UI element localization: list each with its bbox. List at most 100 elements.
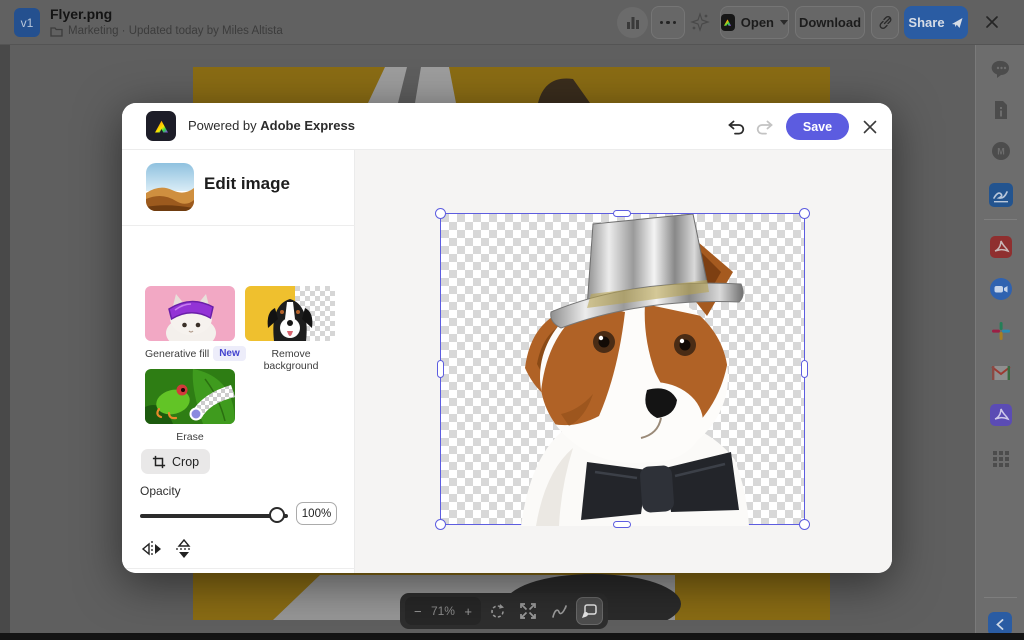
folder-icon (50, 26, 63, 37)
crop-button[interactable]: Crop (141, 449, 210, 474)
opacity-value-field[interactable]: 100% (296, 502, 337, 525)
image-edit-icon (581, 604, 597, 619)
slack-icon[interactable] (989, 319, 1013, 343)
close-icon (984, 14, 1000, 30)
flip-horizontal-button[interactable] (140, 537, 164, 561)
selection-handle-right[interactable] (801, 360, 808, 378)
edit-image-button-active[interactable] (576, 597, 603, 625)
redo-button-disabled[interactable] (752, 115, 776, 139)
divider (122, 568, 355, 569)
rotate-icon (489, 603, 506, 620)
generative-fill-label-row: Generative fill New (145, 346, 249, 361)
zoom-level: 71% (431, 604, 455, 618)
caret-down-icon (780, 20, 788, 25)
acrobat-icon[interactable] (989, 235, 1013, 259)
dropbox-sign-icon[interactable] (989, 183, 1013, 207)
flip-vertical-icon (174, 538, 194, 560)
remove-background-tile[interactable] (245, 286, 335, 341)
opacity-slider-thumb[interactable] (269, 507, 285, 523)
flip-horizontal-icon (141, 539, 163, 559)
selection-handle-bottom-left[interactable] (435, 519, 446, 530)
open-with-button[interactable]: Open (720, 6, 789, 39)
selection-handle-bottom-right[interactable] (799, 519, 810, 530)
undo-icon (727, 119, 746, 135)
chevron-left-icon (996, 619, 1004, 630)
file-info-icon[interactable] (989, 98, 1013, 122)
redo-icon (755, 119, 774, 135)
adobe-express-logo (146, 111, 176, 141)
edit-tools-panel: Edit image (122, 150, 355, 573)
generative-fill-label: Generative fill (145, 348, 209, 360)
share-arrow-icon (951, 17, 964, 29)
remove-background-label: Remove background (247, 348, 335, 372)
opacity-slider-track[interactable] (140, 514, 288, 518)
zoom-icon[interactable] (989, 277, 1013, 301)
panel-title: Edit image (204, 174, 290, 194)
ai-sparkle-icon (690, 12, 710, 37)
file-title: Flyer.png (50, 6, 112, 22)
modal-header: Powered by Adobe Express Save (122, 103, 892, 150)
image-selection[interactable] (440, 213, 805, 525)
draw-button[interactable] (545, 596, 574, 626)
expand-icon (520, 603, 536, 619)
copy-link-button[interactable] (871, 6, 899, 39)
zoom-controls: − 71% + (405, 597, 481, 625)
apps-grid-icon[interactable] (989, 447, 1013, 471)
more-actions-button[interactable] (651, 6, 685, 39)
share-button-label: Share (908, 15, 944, 30)
dog-image (441, 214, 806, 526)
edit-canvas[interactable] (355, 150, 892, 573)
version-badge[interactable]: v1 (14, 8, 40, 37)
viewer-toolbar: − 71% + (400, 593, 608, 629)
sidebar-divider (984, 219, 1017, 220)
erase-label: Erase (145, 431, 235, 443)
source-image-thumbnail (146, 163, 194, 211)
generative-fill-tile[interactable] (145, 286, 235, 341)
close-preview-button[interactable] (984, 14, 1000, 35)
close-modal-button[interactable] (858, 115, 882, 139)
window-edge (0, 45, 10, 633)
zoom-out-button[interactable]: − (414, 604, 422, 619)
link-icon (878, 15, 893, 30)
undo-button[interactable] (724, 115, 748, 139)
zoom-in-button[interactable]: + (464, 604, 472, 619)
comments-icon[interactable] (989, 57, 1013, 81)
erase-tile[interactable] (145, 369, 235, 424)
flyer-ear-hint (538, 79, 590, 104)
powered-by-text: Powered by Adobe Express (188, 118, 355, 133)
screen: v1 Flyer.png Marketing · Updated today b… (0, 0, 1024, 640)
selection-handle-top-right[interactable] (799, 208, 810, 219)
selection-handle-top[interactable] (613, 210, 631, 217)
share-button[interactable]: Share (904, 6, 968, 39)
flip-vertical-button[interactable] (172, 537, 196, 561)
activity-button[interactable] (617, 7, 648, 38)
scribble-icon (551, 604, 568, 619)
file-meta: Marketing · Updated today by Miles Altis… (50, 25, 283, 37)
gmail-icon[interactable] (989, 361, 1013, 385)
file-meta-text: Marketing · Updated today by Miles Altis… (68, 25, 283, 37)
integrations-sidebar: M (975, 45, 1024, 633)
divider (122, 225, 355, 226)
adobe-express-mini-logo (721, 14, 735, 31)
crop-button-label: Crop (172, 455, 199, 469)
bar-chart-icon (626, 16, 640, 29)
fullscreen-button[interactable] (514, 596, 543, 626)
adobe-express-modal: Powered by Adobe Express Save (122, 103, 892, 573)
open-button-label: Open (741, 15, 774, 30)
rotate-button[interactable] (483, 596, 512, 626)
close-icon (862, 119, 878, 135)
selection-handle-bottom[interactable] (613, 521, 631, 528)
adobe-acrobat-purple-icon[interactable] (989, 403, 1013, 427)
selection-handle-top-left[interactable] (435, 208, 446, 219)
powered-by-prefix: Powered by (188, 118, 257, 133)
mention-icon[interactable]: M (989, 139, 1013, 163)
crop-icon (152, 455, 166, 469)
save-button[interactable]: Save (786, 113, 849, 140)
app-top-bar: v1 Flyer.png Marketing · Updated today b… (0, 0, 1024, 45)
new-badge: New (213, 346, 246, 361)
powered-by-brand: Adobe Express (260, 118, 355, 133)
download-button-label: Download (799, 15, 861, 30)
download-button[interactable]: Download (795, 6, 865, 39)
selection-handle-left[interactable] (437, 360, 444, 378)
ellipsis-icon (660, 21, 677, 25)
